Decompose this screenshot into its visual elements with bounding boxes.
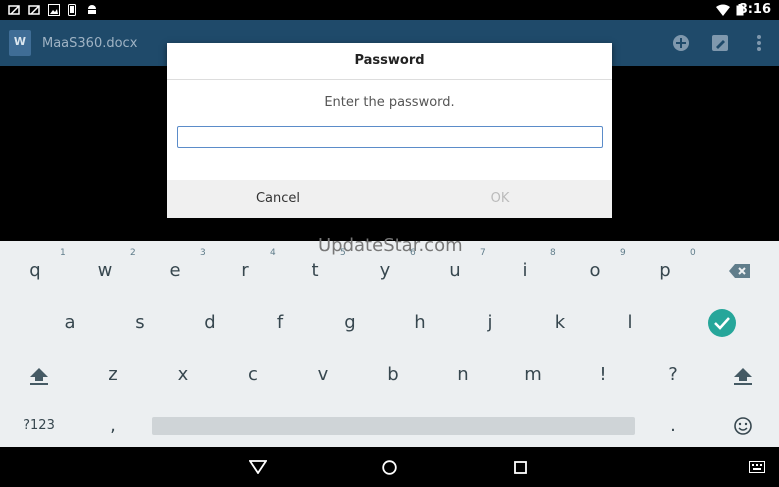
key-v[interactable]: v (293, 355, 353, 395)
add-icon[interactable] (672, 34, 690, 52)
key-z[interactable]: z (83, 355, 143, 395)
key-j[interactable]: j (460, 303, 520, 343)
shift-icon (734, 368, 752, 385)
cancel-button[interactable]: Cancel (167, 180, 389, 218)
key-comma[interactable]: , (83, 406, 143, 446)
key-h[interactable]: h (390, 303, 450, 343)
key-f[interactable]: f (250, 303, 310, 343)
missed-call-icon (8, 5, 20, 15)
key-r[interactable]: r (215, 251, 275, 291)
wifi-icon (716, 4, 730, 16)
backspace-key[interactable] (710, 251, 770, 291)
emoji-icon (734, 417, 752, 435)
shift-icon (30, 368, 48, 385)
soft-keyboard: UpdateStar.com q 1 w 2 e 3 r 4 t 5 y 6 u… (0, 235, 779, 447)
dialog-button-bar: Cancel OK (167, 180, 612, 218)
image-icon (48, 4, 60, 16)
key-l[interactable]: l (600, 303, 660, 343)
space-bar[interactable] (152, 417, 635, 435)
document-title: MaaS360.docx (42, 36, 138, 51)
ok-button[interactable]: OK (389, 180, 611, 218)
emoji-key[interactable] (713, 406, 773, 446)
edit-icon[interactable] (711, 34, 729, 52)
key-n[interactable]: n (433, 355, 493, 395)
keyboard-switch-icon[interactable] (749, 461, 765, 473)
navigation-bar (0, 447, 779, 487)
password-dialog: Password Enter the password. Cancel OK (167, 43, 612, 218)
home-icon[interactable] (382, 460, 397, 475)
key-t[interactable]: t (285, 251, 345, 291)
phone-icon (68, 4, 76, 16)
shift-key-left[interactable] (9, 355, 69, 395)
status-time: 8:16 (738, 2, 771, 17)
key-exclamation[interactable]: ! (573, 355, 633, 395)
key-i[interactable]: i (495, 251, 555, 291)
missed-call-icon (28, 5, 40, 15)
android-icon (88, 5, 96, 14)
key-b[interactable]: b (363, 355, 423, 395)
password-input[interactable] (177, 126, 603, 148)
key-c[interactable]: c (223, 355, 283, 395)
recents-icon[interactable] (514, 461, 527, 474)
key-question[interactable]: ? (643, 355, 703, 395)
key-a[interactable]: a (40, 303, 100, 343)
key-q[interactable]: q (5, 251, 65, 291)
backspace-icon (729, 264, 750, 278)
shift-key-right[interactable] (713, 355, 773, 395)
symbols-key[interactable]: ?123 (9, 406, 69, 446)
key-y[interactable]: y (355, 251, 415, 291)
key-s[interactable]: s (110, 303, 170, 343)
key-w[interactable]: w (75, 251, 135, 291)
more-vert-icon[interactable] (754, 34, 764, 52)
key-d[interactable]: d (180, 303, 240, 343)
dialog-title: Password (167, 43, 612, 80)
enter-key[interactable] (692, 303, 752, 343)
back-icon[interactable] (249, 460, 267, 474)
word-doc-icon: W (9, 30, 31, 56)
key-period[interactable]: . (643, 406, 703, 446)
key-g[interactable]: g (320, 303, 380, 343)
checkmark-icon (708, 309, 736, 337)
key-e[interactable]: e (145, 251, 205, 291)
key-o[interactable]: o (565, 251, 625, 291)
key-k[interactable]: k (530, 303, 590, 343)
status-bar: 8:16 (0, 0, 779, 20)
key-p[interactable]: p (635, 251, 695, 291)
dialog-message: Enter the password. (324, 95, 455, 110)
key-x[interactable]: x (153, 355, 213, 395)
key-m[interactable]: m (503, 355, 563, 395)
key-u[interactable]: u (425, 251, 485, 291)
